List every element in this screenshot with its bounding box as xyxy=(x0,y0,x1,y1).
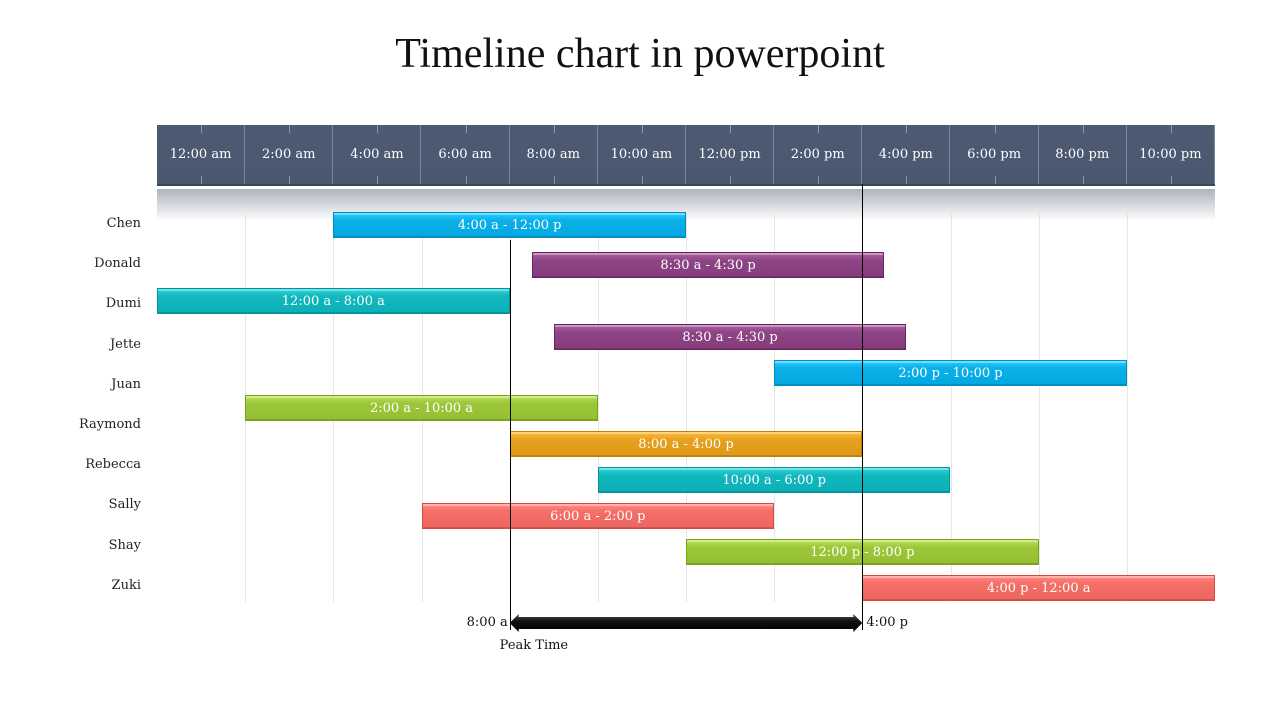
peak-arrow-layer xyxy=(509,614,863,632)
peak-start-label: 8:00 a xyxy=(466,615,508,630)
peak-time-caption: Peak Time xyxy=(499,638,569,653)
peak-time-arrow xyxy=(509,614,863,632)
peak-end-label: 4:00 p xyxy=(866,615,908,630)
